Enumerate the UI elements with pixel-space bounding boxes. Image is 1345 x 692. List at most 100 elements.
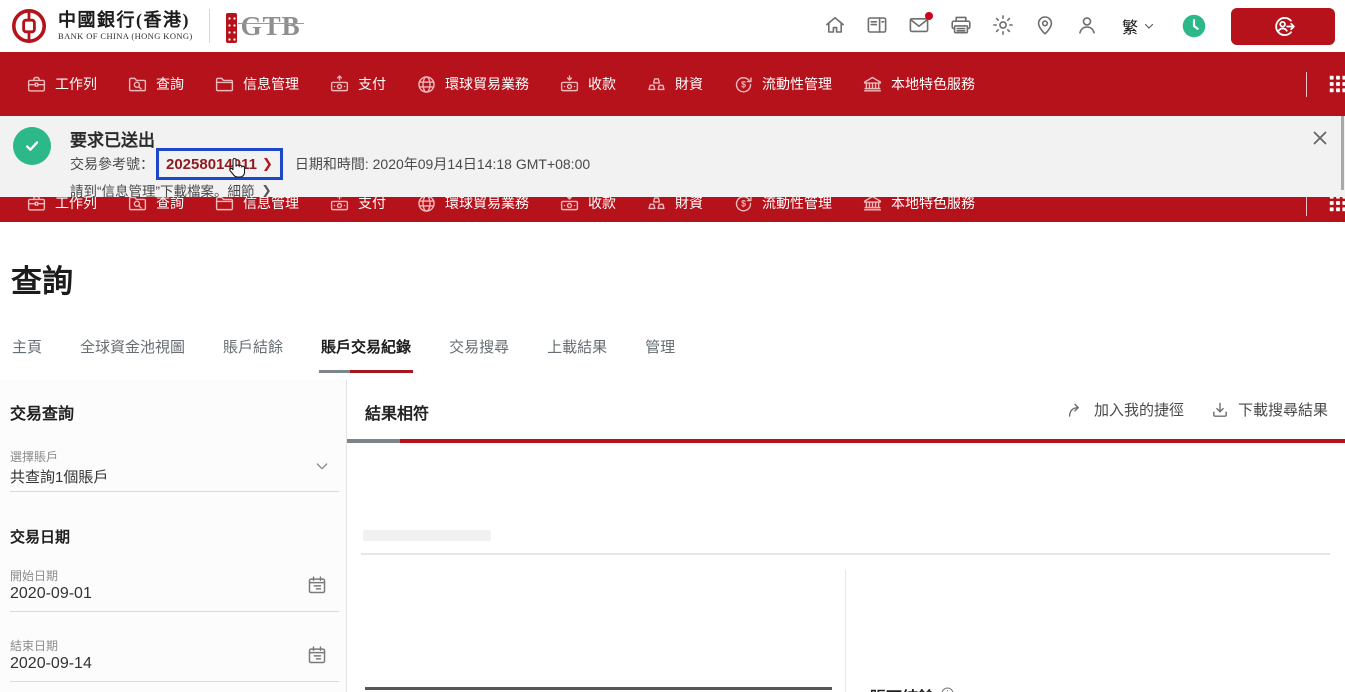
details-link-arrow[interactable]: ❯ (262, 183, 272, 197)
tab-account-transactions[interactable]: 賬戶交易紀錄 (319, 336, 414, 373)
header-mail[interactable] (902, 9, 936, 43)
chevron-down-icon (1144, 23, 1154, 29)
chevron-down-icon[interactable] (314, 458, 330, 474)
igtb-logo: GTB (225, 9, 304, 43)
header-printer[interactable] (944, 9, 978, 43)
mouse-cursor-pointer (229, 157, 246, 178)
calendar-icon[interactable] (306, 574, 328, 596)
nav-divider (1306, 197, 1307, 216)
svg-text:$: $ (741, 198, 746, 208)
scrollbar-thumb[interactable] (1341, 116, 1344, 190)
results-loading-bar (347, 439, 1345, 443)
nav2-global-trade[interactable]: 環球貿易業務 (416, 197, 529, 214)
field-divider (10, 491, 339, 492)
nav-collections[interactable]: 收款 (559, 74, 616, 95)
add-shortcut-button[interactable]: 加入我的捷徑 (1066, 399, 1184, 420)
nav-local-services[interactable]: 本地特色服務 (862, 74, 975, 95)
calendar-icon[interactable] (306, 644, 328, 666)
folder-search-icon (127, 74, 148, 95)
notification-message: 請到“信息管理”下載檔案。細節 (70, 184, 255, 199)
tab-upload-results[interactable]: 上載結果 (547, 336, 607, 373)
results-title: 結果相符 (365, 406, 430, 423)
briefcase-icon (26, 74, 47, 95)
igtb-seal-icon (225, 13, 237, 43)
nav2-local-services[interactable]: 本地特色服務 (862, 197, 975, 214)
logo-divider (208, 9, 210, 43)
tab-global-cash-pool[interactable]: 全球資金池視圖 (80, 336, 185, 373)
tab-home[interactable]: 主頁 (12, 336, 42, 373)
account-select-label: 選擇賬戶 (10, 450, 59, 464)
bank-icon (862, 197, 883, 214)
balance-label-clipped: 賬面結餘 (870, 684, 955, 692)
apps-grid-icon[interactable] (1327, 73, 1345, 95)
field-divider (10, 611, 339, 612)
nav-payments[interactable]: 支付 (329, 74, 386, 95)
treasury-icon (646, 74, 667, 95)
language-selector[interactable]: 繁 (1116, 13, 1161, 39)
bochk-logo: 中國銀行(香港) BANK OF CHINA (HONG KONG) (10, 7, 193, 45)
transaction-ref-link[interactable]: 20258014011 ❯ (156, 148, 283, 180)
settings-icon (991, 13, 1015, 40)
location-icon (1033, 13, 1057, 40)
mail-icon (907, 13, 931, 40)
pay-icon (329, 74, 350, 95)
nav-global-trade[interactable]: 環球貿易業務 (416, 74, 529, 95)
bank-name-zh: 中國銀行(香港) (58, 10, 190, 31)
close-banner-button[interactable] (1307, 126, 1333, 152)
shortcut-arrow-icon (1068, 403, 1079, 417)
results-column-divider (845, 570, 846, 692)
bank-name-en: BANK OF CHINA (HONG KONG) (58, 30, 193, 41)
top-header: 中國銀行(香港) BANK OF CHINA (HONG KONG) GTB 繁 (0, 0, 1345, 52)
nav-worklist[interactable]: 工作列 (26, 74, 97, 95)
section-tabs: 主頁 全球資金池視圖 賬戶結餘 賬戶交易紀錄 交易搜尋 上載結果 管理 (12, 336, 675, 373)
download-results-button[interactable]: 下載搜尋結果 (1210, 399, 1328, 420)
svg-text:$: $ (741, 79, 746, 89)
language-label: 繁 (1121, 20, 1138, 37)
tab-admin[interactable]: 管理 (645, 336, 675, 373)
clipped-navbar-strip: 工作列 查詢 信息管理 支付 環球貿易業務 收款 財資 $ 流動性管理 本地特色… (0, 197, 1345, 222)
tab-transaction-search[interactable]: 交易搜尋 (449, 336, 509, 373)
treasury-icon (646, 197, 667, 214)
nav-divider (1306, 71, 1307, 97)
notification-datetime: 日期和時間: 2020年09月14日14:18 GMT+08:00 (294, 156, 591, 172)
nav-message-center[interactable]: 信息管理 (214, 74, 299, 95)
nav2-liquidity[interactable]: $ 流動性管理 (733, 197, 832, 214)
success-check-icon (13, 127, 51, 165)
user-icon (1075, 13, 1099, 40)
header-location[interactable] (1028, 9, 1062, 43)
nav2-payments[interactable]: 支付 (329, 197, 386, 214)
header-actions: 繁 (818, 7, 1335, 45)
header-user[interactable] (1070, 9, 1104, 43)
chart-baseline (365, 687, 832, 690)
receive-icon (559, 197, 580, 214)
briefcase-icon (26, 197, 47, 214)
tab-account-balance[interactable]: 賬戶結餘 (223, 336, 283, 373)
nav2-treasury[interactable]: 財資 (646, 197, 703, 214)
home-icon (823, 13, 847, 40)
notification-title: 要求已送出 (70, 131, 155, 150)
globe-icon (416, 74, 437, 95)
session-timer-icon[interactable] (1181, 13, 1207, 39)
logout-button[interactable] (1231, 7, 1335, 45)
apps-grid-icon[interactable] (1327, 197, 1345, 214)
header-home[interactable] (818, 9, 852, 43)
header-dashboard[interactable] (860, 9, 894, 43)
printer-icon (949, 13, 973, 40)
end-date-value[interactable]: 2020-09-14 (10, 655, 92, 673)
nav-liquidity[interactable]: $ 流動性管理 (733, 74, 832, 95)
secondary-navbar: 工作列 查詢 信息管理 支付 環球貿易業務 收款 財資 $ 流動性管理 本地特色… (0, 197, 1345, 222)
nav-treasury[interactable]: 財資 (646, 74, 703, 95)
main-navbar: 工作列 查詢 信息管理 支付 環球貿易業務 收款 財資 $ 流動性管理 本地特色… (0, 52, 1345, 116)
start-date-value[interactable]: 2020-09-01 (10, 585, 92, 603)
page-title: 查詢 (11, 264, 73, 299)
nav-enquiry[interactable]: 查詢 (127, 74, 184, 95)
boc-emblem-icon (12, 9, 46, 43)
results-divider (361, 553, 1330, 555)
app-root: 中國銀行(香港) BANK OF CHINA (HONG KONG) GTB 繁… (0, 0, 1345, 692)
globe-icon (416, 197, 437, 214)
field-divider (10, 681, 339, 682)
nav2-collections[interactable]: 收款 (559, 197, 616, 214)
info-icon (941, 687, 954, 692)
account-select-value[interactable]: 共查詢1個賬戶 (10, 466, 108, 487)
header-settings[interactable] (986, 9, 1020, 43)
